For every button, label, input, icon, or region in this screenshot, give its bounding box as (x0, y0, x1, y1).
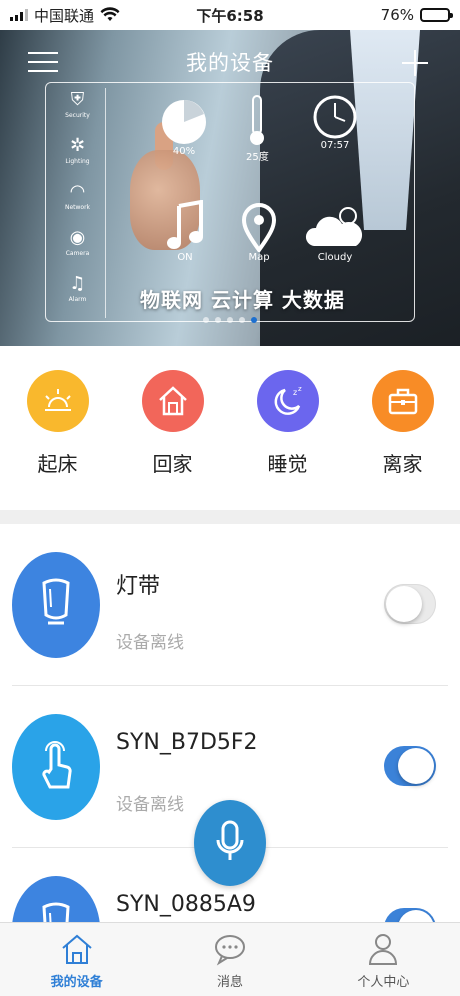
briefcase-icon (371, 370, 434, 432)
scene-row: 起床 回家 zz 睡觉 离家 (0, 346, 460, 510)
bell-icon: ♫ (69, 273, 86, 294)
moon-icon: zz (256, 370, 319, 432)
microphone-icon (216, 820, 244, 860)
holo-item-network: ◠ Network (64, 181, 91, 211)
toggle-knob (398, 748, 434, 784)
cellular-signal-icon (10, 9, 28, 21)
device-status: 设备离线 (116, 633, 184, 653)
clock-icon: 07:57 (312, 94, 358, 151)
sunrise-icon (26, 370, 89, 432)
device-name: SYN_B7D5F2 (116, 730, 258, 755)
page-title: 我的设备 (186, 51, 274, 75)
hamburger-icon[interactable] (28, 52, 58, 76)
tab-label: 消息 (216, 975, 243, 990)
banner-carousel[interactable]: ⛨ Security ✲ Lighting ◠ Network ◉ Camera ♫ Al… (0, 30, 460, 346)
status-right: 76% (380, 6, 453, 24)
scene-wake-up[interactable]: 起床 (13, 370, 103, 510)
carousel-dot[interactable] (239, 317, 245, 323)
app-header: 我的设备 (0, 30, 460, 94)
wifi-icon (100, 7, 120, 21)
bottom-tab-bar: 我的设备 消息 个人中心 (0, 922, 460, 996)
carousel-dots[interactable] (0, 317, 460, 323)
battery-icon (420, 8, 453, 22)
scene-sleep[interactable]: zz 睡觉 (243, 370, 333, 510)
holo-item-lighting: ✲ Lighting (65, 135, 90, 165)
bulb-icon: ✲ (69, 135, 86, 156)
person-icon (369, 934, 398, 965)
tab-personal-center[interactable]: 个人中心 (307, 923, 460, 996)
chat-icon (214, 935, 245, 966)
home-outline-icon (62, 934, 92, 964)
network-icon: ◠ (69, 181, 86, 202)
cloud-icon: Cloudy (304, 202, 366, 263)
scene-leave-home[interactable]: 离家 (358, 370, 448, 510)
status-bar: 中国联通 下午6:58 76% (0, 0, 460, 30)
tab-label: 我的设备 (50, 975, 103, 990)
device-power-toggle[interactable] (384, 746, 436, 786)
svg-text:z: z (298, 385, 302, 393)
carrier-label: 中国联通 (34, 6, 95, 25)
eye-icon: ◉ (69, 227, 86, 248)
tab-label: 个人中心 (357, 975, 410, 990)
toggle-knob (386, 586, 422, 622)
scene-label: 回家 (152, 452, 193, 476)
thermometer-icon: 25度 (246, 94, 269, 163)
device-power-toggle[interactable] (384, 584, 436, 624)
scene-go-home[interactable]: 回家 (128, 370, 218, 510)
holo-side-menu: ⛨ Security ✲ Lighting ◠ Network ◉ Camera ♫ Al… (50, 88, 106, 318)
svg-text:z: z (293, 388, 297, 397)
battery-percent: 76% (380, 6, 414, 24)
pie-icon: 40% (160, 98, 208, 157)
carousel-dot[interactable] (203, 317, 209, 323)
scene-label: 起床 (37, 452, 78, 476)
holo-item-alarm: ♫ Alarm (68, 273, 87, 303)
map-pin-icon: Map (238, 202, 280, 263)
section-divider (0, 510, 460, 524)
device-name: SYN_0885A9 (116, 892, 256, 917)
tab-messages[interactable]: 消息 (153, 923, 306, 996)
device-item-light-strip[interactable]: 灯带 设备离线 (12, 524, 448, 686)
light-strip-icon (12, 552, 100, 658)
scene-label: 睡觉 (267, 452, 308, 476)
carousel-dot[interactable] (227, 317, 233, 323)
carousel-dot[interactable] (215, 317, 221, 323)
holo-item-camera: ◉ Camera (65, 227, 90, 257)
home-icon (141, 370, 204, 432)
carousel-dot[interactable] (251, 317, 257, 323)
tab-my-devices[interactable]: 我的设备 (0, 923, 153, 996)
scene-label: 离家 (382, 452, 423, 476)
music-icon: ON (165, 200, 205, 263)
light-strip-icon (12, 876, 100, 924)
device-status: 设备离线 (116, 795, 184, 815)
holo-item-security: ⛨ Security (65, 89, 90, 119)
plus-icon[interactable] (400, 48, 430, 78)
banner-slogan: 物联网 云计算 大数据 (140, 288, 345, 312)
device-name: 灯带 (116, 574, 161, 599)
voice-button[interactable] (194, 800, 266, 886)
touch-icon (12, 714, 100, 820)
status-left: 中国联通 (10, 5, 381, 26)
